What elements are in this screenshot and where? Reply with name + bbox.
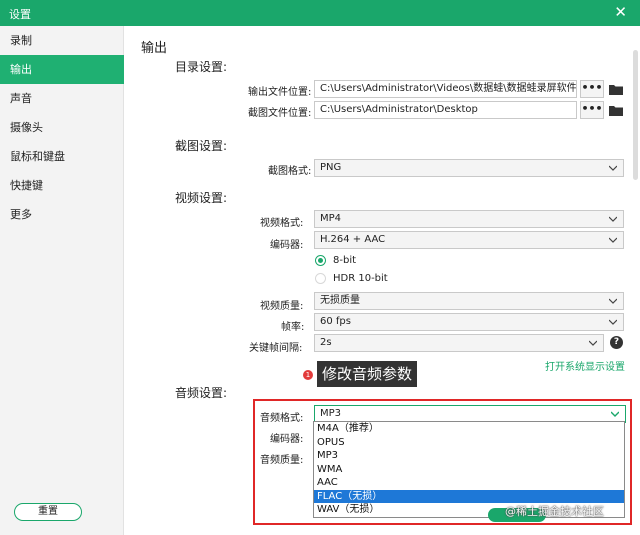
section-title: 输出 xyxy=(141,41,168,56)
screenshot-location-label: 截图文件位置: xyxy=(248,108,312,119)
audio-format-value: MP3 xyxy=(320,408,342,419)
video-format-select[interactable]: MP4 xyxy=(314,210,624,228)
annotation-note: 修改音频参数 xyxy=(317,361,418,387)
video-format-label: 视频格式: xyxy=(260,218,304,229)
video-quality-value: 无损质量 xyxy=(320,295,360,306)
keyframe-interval-select[interactable]: 2s xyxy=(314,334,604,352)
hdr-10-bit-label: HDR 10-bit xyxy=(333,273,388,284)
output-location-label: 输出文件位置: xyxy=(248,87,312,98)
video-quality-select[interactable]: 无损质量 xyxy=(314,292,624,310)
hdr-10-bit-radio[interactable] xyxy=(315,273,326,284)
keyframe-interval-label: 关键帧间隔: xyxy=(249,343,303,354)
sidebar-item-record[interactable]: 录制 xyxy=(0,26,124,55)
output-browse-button[interactable]: ••• xyxy=(580,80,604,98)
screenshot-format-label: 截图格式: xyxy=(268,166,312,177)
keyframe-interval-value: 2s xyxy=(320,337,332,348)
sidebar-item-output[interactable]: 输出 xyxy=(0,55,124,84)
chevron-down-icon xyxy=(611,411,619,417)
audio-format-label: 音频格式: xyxy=(260,413,304,424)
bit-8-label: 8-bit xyxy=(333,255,357,266)
audio-quality-label: 音频质量: xyxy=(260,455,304,466)
output-location-input[interactable]: C:\Users\Administrator\Videos\数据蛙\数据蛙录屏软… xyxy=(314,80,577,98)
chevron-down-icon xyxy=(589,340,597,346)
screenshot-settings-heading: 截图设置: xyxy=(175,139,228,153)
folder-icon[interactable] xyxy=(609,84,623,95)
sidebar-item-camera[interactable]: 摄像头 xyxy=(0,113,124,142)
help-icon[interactable]: ? xyxy=(610,336,623,349)
audio-option-wma[interactable]: WMA xyxy=(314,463,624,477)
frame-rate-label: 帧率: xyxy=(281,322,305,333)
frame-rate-select[interactable]: 60 fps xyxy=(314,313,624,331)
audio-settings-heading: 音频设置: xyxy=(175,386,228,400)
audio-option-aac[interactable]: AAC xyxy=(314,476,624,490)
screenshot-location-input[interactable]: C:\Users\Administrator\Desktop xyxy=(314,101,577,119)
screenshot-format-value: PNG xyxy=(320,162,342,173)
audio-encoder-label: 编码器: xyxy=(270,434,304,445)
reset-button[interactable]: 重置 xyxy=(14,503,82,521)
directory-settings-heading: 目录设置: xyxy=(175,60,228,74)
sidebar: 录制 输出 声音 摄像头 鼠标和键盘 快捷键 更多 xyxy=(0,26,124,535)
screenshot-browse-button[interactable]: ••• xyxy=(580,101,604,119)
audio-option-flac[interactable]: FLAC（无损） xyxy=(314,489,624,503)
sidebar-item-mouse-keyboard[interactable]: 鼠标和键盘 xyxy=(0,142,124,171)
open-display-settings-link[interactable]: 打开系统显示设置 xyxy=(545,358,625,373)
sidebar-item-sound[interactable]: 声音 xyxy=(0,84,124,113)
chevron-down-icon xyxy=(609,319,617,325)
video-format-value: MP4 xyxy=(320,213,342,224)
video-encoder-value: H.264 + AAC xyxy=(320,234,386,245)
annotation-badge: 1 xyxy=(303,370,313,380)
screenshot-format-select[interactable]: PNG xyxy=(314,159,624,177)
sidebar-item-hotkeys[interactable]: 快捷键 xyxy=(0,171,124,200)
window-title: 设置 xyxy=(9,8,31,21)
sidebar-item-more[interactable]: 更多 xyxy=(0,200,124,229)
scrollbar[interactable] xyxy=(633,50,638,180)
video-encoder-select[interactable]: H.264 + AAC xyxy=(314,231,624,249)
audio-option-opus[interactable]: OPUS xyxy=(314,436,624,450)
chevron-down-icon xyxy=(609,237,617,243)
chevron-down-icon xyxy=(609,298,617,304)
chevron-down-icon xyxy=(609,165,617,171)
video-encoder-label: 编码器: xyxy=(270,240,304,251)
frame-rate-value: 60 fps xyxy=(320,316,351,327)
bit-8-radio[interactable] xyxy=(315,255,326,266)
title-bar: 设置 ✕ xyxy=(0,0,640,26)
close-icon[interactable]: ✕ xyxy=(614,3,627,21)
audio-option-m4a[interactable]: M4A（推荐） xyxy=(314,422,624,436)
chevron-down-icon xyxy=(609,216,617,222)
video-quality-label: 视频质量: xyxy=(260,301,304,312)
audio-option-mp3[interactable]: MP3 xyxy=(314,449,624,463)
folder-icon[interactable] xyxy=(609,105,623,116)
watermark: @稀土掘金技术社区 xyxy=(505,505,604,518)
video-settings-heading: 视频设置: xyxy=(175,191,228,205)
